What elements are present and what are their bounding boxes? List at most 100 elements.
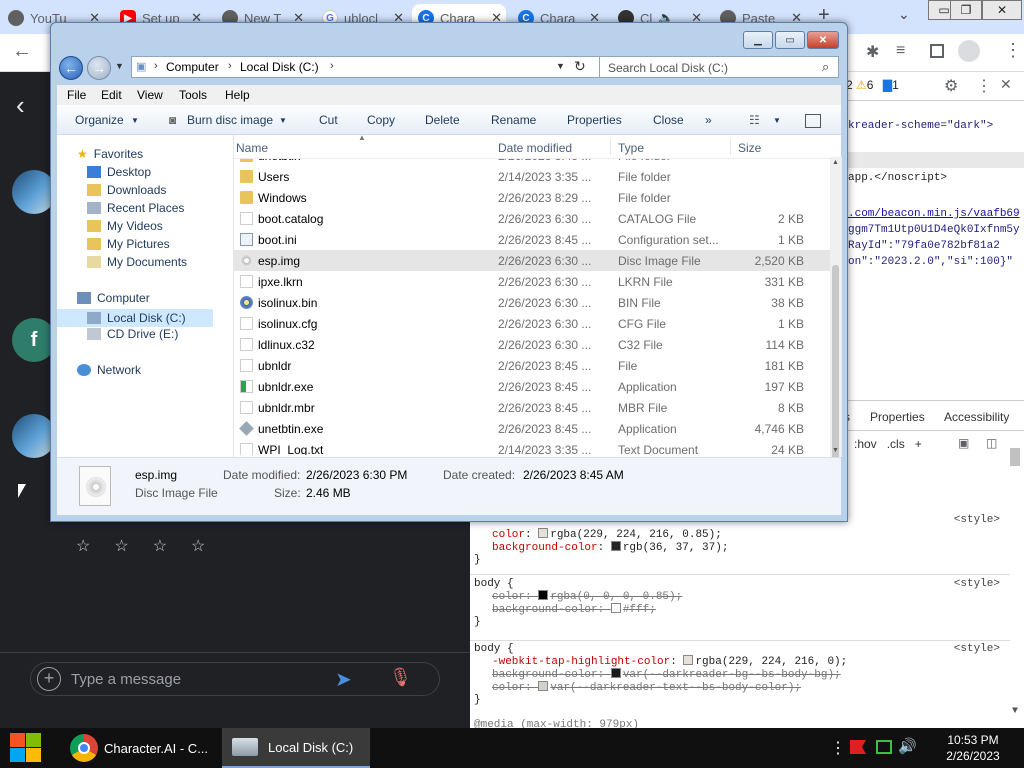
nav-item-local-disk-selected[interactable]: Local Disk (C:) xyxy=(57,309,213,327)
more-commands-button[interactable]: » xyxy=(705,113,712,127)
nav-network[interactable]: Network xyxy=(77,363,141,377)
view-dropdown-icon[interactable]: ▼ xyxy=(773,116,781,125)
refresh-icon[interactable]: ↻ xyxy=(574,58,586,75)
style-declaration[interactable]: color: rgba(229, 224, 216, 0.85); xyxy=(474,528,1014,541)
nav-item-recent-places[interactable]: Recent Places xyxy=(87,201,184,215)
taskbar-app-chrome[interactable]: Character.AI - C... xyxy=(62,728,218,768)
taskbar-app-explorer[interactable]: Local Disk (C:) xyxy=(222,728,370,768)
clock-time[interactable]: 10:53 PM xyxy=(930,733,1016,747)
profile-avatar-icon[interactable] xyxy=(958,40,980,62)
message-input[interactable]: Type a message xyxy=(71,671,181,688)
menu-tools[interactable]: Tools xyxy=(179,88,207,102)
star-icon[interactable]: ☆ xyxy=(191,536,205,556)
explorer-maximize-button[interactable]: ▭ xyxy=(775,31,805,49)
column-size[interactable]: Size xyxy=(738,141,761,155)
nav-item-desktop[interactable]: Desktop xyxy=(87,165,151,179)
properties-button[interactable]: Properties xyxy=(567,113,622,127)
search-box[interactable]: Search Local Disk (C:) ⌕ xyxy=(599,56,839,78)
style-declaration[interactable]: -webkit-tap-highlight-color: rgba(229, 2… xyxy=(474,655,1014,668)
nav-favorites[interactable]: ★ Favorites xyxy=(77,147,143,161)
color-swatch-icon[interactable] xyxy=(610,603,621,613)
file-row[interactable]: ubnldr.mbr 2/26/2023 8:45 ... MBR File 8 KB xyxy=(234,397,832,418)
forward-button[interactable]: → xyxy=(87,56,111,80)
file-row[interactable]: Windows 2/26/2023 8:29 ... File folder xyxy=(234,187,832,208)
nav-item-my-videos[interactable]: My Videos xyxy=(87,219,163,233)
close-button[interactable]: ✕ xyxy=(982,0,1022,20)
tab-accessibility[interactable]: Accessibility xyxy=(944,410,1009,424)
menu-help[interactable]: Help xyxy=(225,88,250,102)
organize-button[interactable]: Organize xyxy=(75,113,124,127)
mute-microphone-icon[interactable]: 🎙 xyxy=(389,667,412,688)
menu-view[interactable]: View xyxy=(137,88,163,102)
rename-button[interactable]: Rename xyxy=(491,113,536,127)
preview-pane-icon[interactable] xyxy=(805,114,821,128)
scroll-down-arrow-icon[interactable]: ▼ xyxy=(832,447,839,454)
style-declaration[interactable]: background-color: var(--darkreader-bg--b… xyxy=(474,668,1014,681)
paint-brush-icon[interactable]: ▣ xyxy=(958,436,969,450)
file-row[interactable]: ubnldr 2/26/2023 8:45 ... File 181 KB xyxy=(234,355,832,376)
style-declaration[interactable]: color: var(--darkreader-text--bs-body-co… xyxy=(474,681,1014,694)
search-input[interactable]: Search Local Disk (C:) xyxy=(608,61,728,75)
code-line[interactable]: .com/beacon.min.js/vaafb69 xyxy=(848,208,1020,220)
add-rule-button[interactable]: + xyxy=(915,437,922,451)
settings-gear-icon[interactable]: ⚙ xyxy=(944,76,958,96)
column-name[interactable]: Name xyxy=(236,141,268,155)
breadcrumb-computer[interactable]: Computer xyxy=(166,60,219,74)
explorer-title-bar[interactable]: ▁ ▭ ✕ xyxy=(51,23,847,53)
file-row[interactable]: ldlinux.c32 2/26/2023 6:30 ... C32 File 114… xyxy=(234,334,832,355)
scroll-up-arrow-icon[interactable]: ▲ xyxy=(832,159,839,166)
vertical-scrollbar[interactable]: ▲ ▼ xyxy=(830,157,842,461)
send-icon[interactable]: ➤ xyxy=(335,667,352,692)
color-swatch-icon[interactable] xyxy=(538,528,549,538)
rating-stars[interactable]: ☆ ☆ ☆ ☆ xyxy=(76,536,205,556)
file-row[interactable]: boot.catalog 2/26/2023 6:30 ... CATALOG Fi… xyxy=(234,208,832,229)
file-row[interactable]: ipxe.lkrn 2/26/2023 6:30 ... LKRN File 331 … xyxy=(234,271,832,292)
file-row[interactable]: isolinux.cfg 2/26/2023 6:30 ... CFG File 1 … xyxy=(234,313,832,334)
file-row[interactable]: WPI_Log.txt 2/14/2023 3:35 ... Text Docume… xyxy=(234,439,832,455)
breadcrumb-local-disk[interactable]: Local Disk (C:) xyxy=(240,60,319,74)
devtools-menu-icon[interactable]: ⋮ xyxy=(976,76,992,96)
code-line[interactable]: on":"2023.2.0","si":100}" xyxy=(848,256,1013,268)
delete-button[interactable]: Delete xyxy=(425,113,460,127)
color-swatch-icon[interactable] xyxy=(538,590,549,600)
action-center-flag-icon[interactable] xyxy=(850,740,866,754)
volume-icon[interactable]: 🔊 xyxy=(898,737,917,755)
chrome-menu-icon[interactable]: ⋮ xyxy=(1004,40,1022,61)
extensions-icon[interactable]: ✱ xyxy=(866,42,879,62)
windows-start-icon[interactable] xyxy=(10,733,42,763)
side-panel-icon[interactable] xyxy=(930,44,944,58)
network-status-icon[interactable] xyxy=(876,740,892,754)
cut-button[interactable]: Cut xyxy=(319,113,338,127)
scroll-down-arrow-icon[interactable]: ▼ xyxy=(1012,706,1018,717)
color-swatch-icon[interactable] xyxy=(610,541,621,551)
file-row[interactable]: unetbtin 2/26/2023 8:45 ... File folder xyxy=(234,159,832,166)
burn-disc-image-button[interactable]: Burn disc image xyxy=(187,113,273,127)
class-toggle-button[interactable]: .cls xyxy=(887,437,905,451)
explorer-close-button[interactable]: ✕ xyxy=(807,31,839,49)
hover-state-button[interactable]: :hov xyxy=(854,437,877,451)
clock-date[interactable]: 2/26/2023 xyxy=(930,749,1016,763)
media-control-icon[interactable]: ≡ xyxy=(896,42,905,60)
add-attachment-icon[interactable]: + xyxy=(37,667,61,691)
code-line[interactable]: RayId":"79fa0e782bf81a2 xyxy=(848,240,1000,252)
back-button[interactable]: ← xyxy=(59,56,83,80)
restore-button[interactable]: ❐ xyxy=(950,0,982,20)
address-dropdown-icon[interactable]: ▼ xyxy=(556,61,565,71)
nav-item-my-documents[interactable]: My Documents xyxy=(87,255,187,269)
search-icon[interactable]: ⌕ xyxy=(822,59,829,75)
address-bar[interactable]: ▣ › Computer › Local Disk (C:) › ▼ ↻ xyxy=(131,56,621,78)
devtools-close-icon[interactable]: ✕ xyxy=(1000,76,1012,93)
back-chevron-icon[interactable]: ‹ xyxy=(16,90,25,121)
menu-edit[interactable]: Edit xyxy=(101,88,122,102)
file-row[interactable]: isolinux.bin 2/26/2023 6:30 ... BIN File 38… xyxy=(234,292,832,313)
nav-item-downloads[interactable]: Downloads xyxy=(87,183,166,197)
file-row[interactable]: Users 2/14/2023 3:35 ... File folder xyxy=(234,166,832,187)
back-arrow-icon[interactable]: ← xyxy=(12,40,32,63)
column-divider[interactable] xyxy=(730,139,731,155)
menu-file[interactable]: File xyxy=(67,88,86,102)
recent-locations-icon[interactable]: ▼ xyxy=(115,61,124,71)
scrollbar-thumb[interactable] xyxy=(1010,448,1020,466)
devtools-counters[interactable]: 2 ⚠6 ▇1 xyxy=(846,78,899,92)
star-icon[interactable]: ☆ xyxy=(153,536,167,556)
code-line[interactable]: kreader-scheme="dark"> xyxy=(848,120,993,132)
